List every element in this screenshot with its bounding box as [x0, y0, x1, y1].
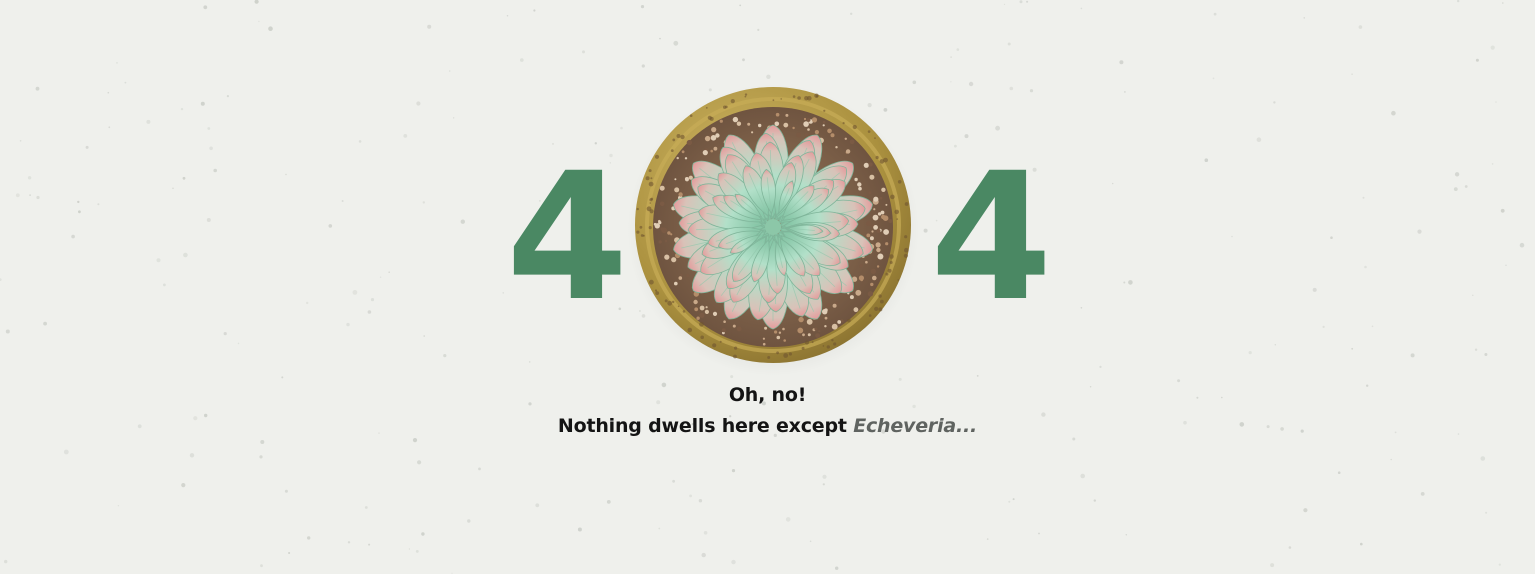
- error-digit-left: 4: [506, 135, 629, 340]
- error-message: Oh, no! Nothing dwells here except Echev…: [0, 380, 1535, 442]
- error-description-text: Nothing dwells here except: [557, 415, 854, 437]
- succulent-pot-icon: [625, 80, 921, 376]
- plant-name: Echeveria...: [853, 415, 978, 437]
- error-description: Nothing dwells here except Echeveria...: [0, 411, 1535, 442]
- error-digit-right: 4: [930, 135, 1053, 340]
- error-headline: Oh, no!: [728, 384, 807, 406]
